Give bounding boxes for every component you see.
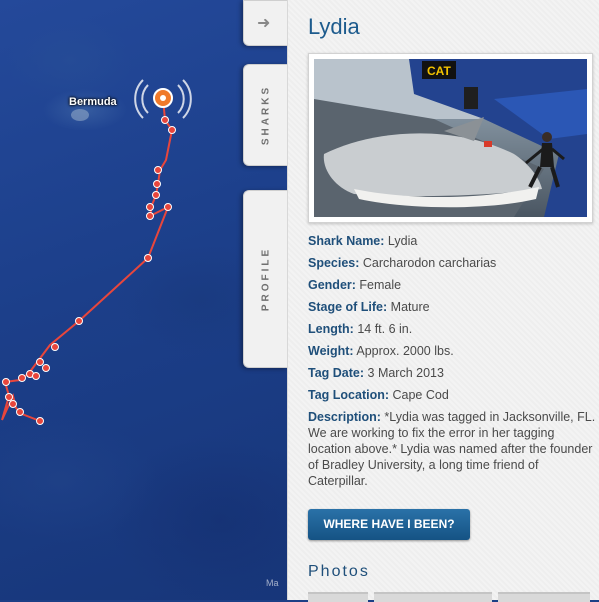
tab-profile[interactable]: PROFILE [243, 190, 288, 368]
track-point[interactable] [2, 378, 10, 386]
field-length: Length: 14 ft. 6 in. [308, 322, 413, 336]
track-point[interactable] [5, 393, 13, 401]
field-description: Description: *Lydia was tagged in Jackso… [308, 410, 596, 488]
map-credit: Ma [266, 578, 279, 588]
profile-panel: Lydia CAT Shark Name: Lydia Species: Car… [287, 0, 599, 602]
photo-thumbnail[interactable] [498, 592, 590, 602]
track-point[interactable] [146, 203, 154, 211]
track-point[interactable] [154, 166, 162, 174]
field-shark-name: Shark Name: Lydia [308, 234, 418, 248]
track-point[interactable] [75, 317, 83, 325]
field-species: Species: Carcharodon carcharias [308, 256, 497, 270]
where-have-i-been-button[interactable]: WHERE HAVE I BEEN? [308, 509, 470, 540]
collapse-panel-tab[interactable]: ➜ [243, 0, 288, 46]
track-point[interactable] [16, 408, 24, 416]
track-point[interactable] [18, 374, 26, 382]
arrow-right-icon: ➜ [257, 15, 271, 32]
track-point[interactable] [42, 364, 50, 372]
photo-thumbnail[interactable] [374, 592, 492, 602]
track-points [2, 116, 176, 425]
field-tag-date: Tag Date: 3 March 2013 [308, 366, 444, 380]
field-gender: Gender: Female [308, 278, 402, 292]
page-title: Lydia [308, 14, 360, 39]
field-stage-of-life: Stage of Life: Mature [308, 300, 430, 314]
field-weight: Weight: Approx. 2000 lbs. [308, 344, 454, 358]
track-point[interactable] [36, 417, 44, 425]
track-point[interactable] [161, 116, 169, 124]
tab-sharks[interactable]: SHARKS [243, 64, 288, 166]
track-point[interactable] [164, 203, 172, 211]
track-point[interactable] [152, 191, 160, 199]
track-point[interactable] [51, 343, 59, 351]
track-point[interactable] [144, 254, 152, 262]
current-location-ping-icon[interactable] [134, 79, 192, 119]
track-point[interactable] [9, 400, 17, 408]
shark-details: Shark Name: Lydia Species: Carcharodon c… [308, 233, 598, 495]
track-point[interactable] [153, 180, 161, 188]
bermuda-island [71, 109, 89, 121]
track-point[interactable] [32, 372, 40, 380]
photos-heading: Photos [308, 563, 370, 580]
field-tag-location: Tag Location: Cape Cod [308, 388, 449, 402]
tab-profile-label: PROFILE [260, 246, 272, 312]
boat-logo-text: CAT [427, 64, 451, 78]
tab-sharks-label: SHARKS [260, 84, 272, 146]
track-point[interactable] [36, 358, 44, 366]
track-point[interactable] [146, 212, 154, 220]
shark-photo-frame[interactable]: CAT [308, 53, 593, 223]
track-point[interactable] [168, 126, 176, 134]
bermuda-label: Bermuda [69, 96, 117, 108]
photo-thumbnail[interactable] [308, 592, 368, 602]
shark-photo: CAT [314, 59, 587, 217]
